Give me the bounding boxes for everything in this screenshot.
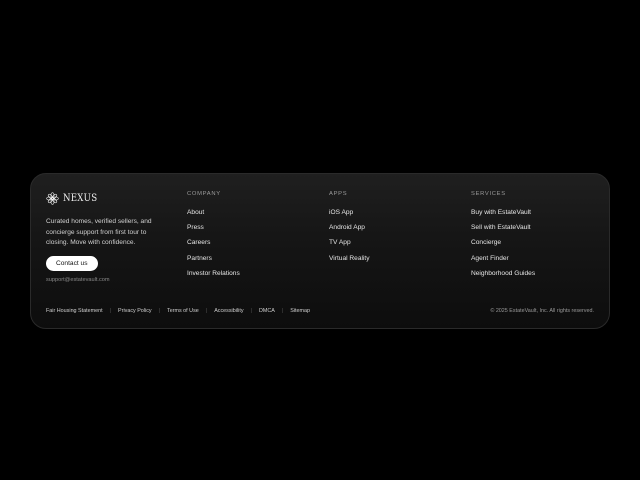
contact-us-button[interactable]: Contact us (46, 255, 98, 271)
link-agent-finder[interactable]: Agent Finder (471, 255, 509, 262)
link-accessibility[interactable]: Accessibility (214, 308, 243, 314)
link-careers[interactable]: Careers (187, 239, 210, 246)
link-sitemap[interactable]: Sitemap (290, 308, 310, 314)
company-column: COMPANY About Press Careers Partners Inv… (187, 189, 240, 281)
link-partners[interactable]: Partners (187, 255, 212, 262)
link-terms-of-use[interactable]: Terms of Use (167, 308, 199, 314)
copyright-text: © 2025 EstateVault, Inc. All rights rese… (490, 308, 594, 314)
apps-column: APPS iOS App Android App TV App Virtual … (329, 189, 370, 266)
services-column: SERVICES Buy with EstateVault Sell with … (471, 189, 535, 281)
logo-link[interactable]: NEXUS (46, 191, 166, 205)
link-privacy-policy[interactable]: Privacy Policy (118, 308, 152, 314)
site-footer: NEXUS Curated homes, verified sellers, a… (30, 173, 610, 329)
link-press[interactable]: Press (187, 224, 204, 231)
link-neighborhood-guides[interactable]: Neighborhood Guides (471, 270, 535, 277)
nexus-flower-logo-icon (46, 191, 59, 205)
services-links: Buy with EstateVault Sell with EstateVau… (471, 205, 535, 281)
separator: | (205, 308, 208, 314)
apps-links: iOS App Android App TV App Virtual Reali… (329, 205, 370, 266)
link-concierge[interactable]: Concierge (471, 239, 501, 246)
link-fair-housing[interactable]: Fair Housing Statement (46, 308, 103, 314)
separator: | (158, 308, 161, 314)
footer-bottom-bar: Fair Housing Statement | Privacy Policy … (46, 306, 594, 316)
link-tv-app[interactable]: TV App (329, 239, 351, 246)
footer-brand: NEXUS Curated homes, verified sellers, a… (46, 191, 166, 283)
link-sell[interactable]: Sell with EstateVault (471, 224, 531, 231)
separator: | (109, 308, 112, 314)
apps-heading: APPS (329, 191, 348, 197)
link-virtual-reality[interactable]: Virtual Reality (329, 255, 370, 262)
brand-tagline: Curated homes, verified sellers, and con… (46, 218, 152, 247)
link-ios-app[interactable]: iOS App (329, 209, 353, 216)
company-links: About Press Careers Partners Investor Re… (187, 205, 240, 281)
separator: | (250, 308, 252, 314)
support-email-link[interactable]: support@estatevault.com (46, 277, 166, 283)
link-buy[interactable]: Buy with EstateVault (471, 209, 531, 216)
brand-name: NEXUS (63, 192, 98, 204)
services-heading: SERVICES (471, 191, 506, 197)
link-dmca[interactable]: DMCA (259, 308, 275, 314)
company-heading: COMPANY (187, 191, 221, 197)
legal-links: Fair Housing Statement | Privacy Policy … (46, 308, 310, 314)
link-investor-relations[interactable]: Investor Relations (187, 270, 240, 277)
link-about[interactable]: About (187, 209, 204, 216)
link-android-app[interactable]: Android App (329, 224, 365, 231)
separator: | (281, 308, 284, 314)
